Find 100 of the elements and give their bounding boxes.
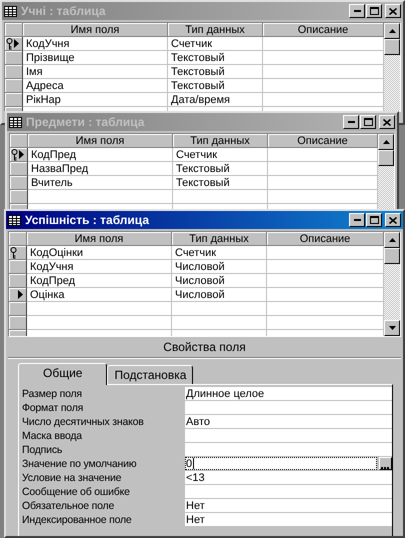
property-field[interactable] [185,443,392,456]
property-field[interactable] [185,429,392,442]
table-icon [9,116,22,128]
property-label: Условие на значение [22,472,122,484]
scroll-thumb[interactable] [384,39,400,55]
field-name-cell: КодУчня [27,260,172,274]
scroll-thumb[interactable] [378,150,394,166]
data-type-cell: Числовой [172,260,267,274]
minimize-icon [354,219,360,221]
row-selector[interactable] [5,65,23,79]
scroll-down-button[interactable] [384,320,400,336]
up-arrow-icon [388,29,396,33]
property-field[interactable] [185,485,392,498]
key-icon [11,148,18,160]
down-arrow-icon [388,326,396,330]
scroll-up-button[interactable] [378,134,394,150]
property-label: Подпись [22,444,64,456]
up-arrow-icon [388,238,396,242]
ellipsis-icon [381,466,390,469]
column-header[interactable]: Тип данных [173,134,268,148]
row-selector[interactable] [5,93,23,107]
row-pointer-icon [19,150,24,159]
row-selector[interactable] [5,79,23,93]
tab[interactable]: Подстановка [107,365,194,384]
field-name-cell: Адреса [23,79,168,93]
row-selector[interactable] [9,246,27,260]
property-field[interactable]: Нет [185,513,392,526]
maximize-button[interactable] [360,115,376,129]
column-header[interactable]: Описание [267,232,384,246]
row-selector[interactable] [5,37,23,51]
column-header[interactable]: Описание [263,23,384,37]
row-selector[interactable] [9,316,27,330]
data-type-cell: Счетчик [168,37,263,51]
scroll-thumb[interactable] [384,248,400,264]
row-pointer-icon [14,39,19,48]
scroll-up-button[interactable] [384,232,400,248]
property-label: Формат поля [22,402,84,414]
tab[interactable]: Общие [18,363,108,385]
close-icon [383,118,391,126]
scrollbar[interactable] [384,232,400,336]
row-selector[interactable] [10,162,28,176]
close-button[interactable] [385,4,401,18]
property-label: Значение по умолчанию [22,458,138,470]
column-header[interactable]: Имя поля [27,232,172,246]
property-field[interactable]: Длинное целое [185,387,392,400]
data-type-cell: Дата/время [168,93,263,107]
property-field[interactable]: Авто [185,415,392,428]
row-selector[interactable] [10,190,28,204]
build-button[interactable] [378,457,392,470]
key-icon [10,246,17,258]
row-selector[interactable] [10,148,28,162]
minimize-button[interactable] [343,115,359,129]
maximize-button[interactable] [366,213,382,227]
property-field[interactable]: <13 [185,471,392,484]
field-name-cell: Прізвище [23,51,168,65]
data-type-cell: Текстовый [173,176,268,190]
field-name-cell: Оцінка [27,288,172,302]
table-icon [4,6,17,16]
row-selector[interactable] [9,260,27,274]
field-name-cell: РікНар [23,93,168,107]
minimize-button[interactable] [349,4,365,18]
property-field[interactable]: 0 [185,457,377,470]
data-type-cell: Счетчик [173,148,268,162]
minimize-button[interactable] [349,213,365,227]
column-header[interactable]: Тип данных [168,23,263,37]
column-header[interactable]: Имя поля [28,134,173,148]
scrollbar[interactable] [384,23,400,111]
row-selector[interactable] [5,51,23,65]
scrollbar[interactable] [378,134,394,209]
field-properties-caption: Свойства поля [8,337,401,358]
field-name-cell: НазваПред [28,162,173,176]
field-name-cell: КодПред [27,274,172,288]
property-field[interactable]: Нет [185,499,392,512]
data-type-cell: Текстовый [173,162,268,176]
data-type-cell: Текстовый [168,51,263,65]
column-header[interactable]: Имя поля [23,23,168,37]
field-name-cell: Вчитель [28,176,173,190]
property-label: Индексированное поле [22,514,133,526]
row-selector[interactable] [9,274,27,288]
row-pointer-icon [18,290,23,299]
row-selector[interactable] [9,302,27,316]
column-header[interactable]: Тип данных [172,232,267,246]
up-arrow-icon [382,140,390,144]
close-icon [389,216,397,224]
row-selector[interactable] [9,288,27,302]
scroll-up-button[interactable] [384,23,400,39]
property-label: Сообщение об ошибке [22,486,131,498]
row-selector[interactable] [10,176,28,190]
data-type-cell: Текстовый [168,79,263,93]
maximize-button[interactable] [366,4,382,18]
close-button[interactable] [379,115,395,129]
field-name-cell: КодОцінки [27,246,172,260]
data-type-cell: Текстовый [168,65,263,79]
column-header[interactable]: Описание [268,134,378,148]
minimize-icon [354,10,360,12]
window-title: Успішність : таблица [25,213,150,227]
property-field[interactable] [185,401,392,414]
maximize-icon [370,216,378,224]
table-icon [8,214,21,226]
close-button[interactable] [385,213,401,227]
